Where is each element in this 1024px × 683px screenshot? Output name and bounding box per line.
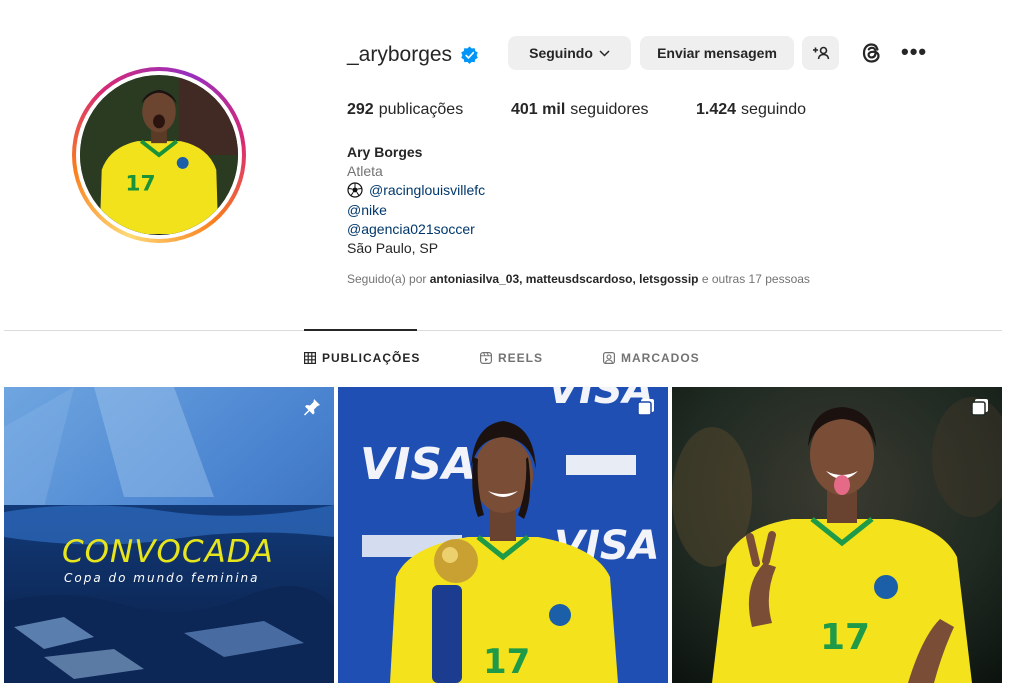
category-label: Atleta: [347, 163, 383, 180]
full-name: Ary Borges: [347, 144, 423, 160]
tab-posts[interactable]: PUBLICAÇÕES: [304, 351, 480, 365]
verified-badge-icon: [461, 45, 478, 64]
bio: Ary Borges Atleta @racinglouisvillefc @n…: [347, 143, 485, 258]
post-tile[interactable]: CONVOCADA Copa do mundo feminina: [4, 387, 334, 683]
tab-posts-label: PUBLICAÇÕES: [322, 351, 421, 365]
bio-line-1: @racinglouisvillefc: [347, 181, 485, 200]
story-ring[interactable]: 17: [72, 67, 246, 243]
chevron-down-icon: [599, 49, 610, 57]
tab-tagged[interactable]: MARCADOS: [603, 351, 700, 365]
followers-label: seguidores: [570, 101, 649, 118]
username-row: _aryborges: [347, 43, 479, 67]
svg-text:VISA: VISA: [360, 439, 476, 490]
carousel-icon: [971, 399, 988, 416]
bio-link-nike[interactable]: @nike: [347, 201, 485, 220]
location: São Paulo, SP: [347, 240, 439, 257]
carousel-icon: [637, 399, 654, 416]
active-tab-indicator: [304, 329, 417, 331]
followers-count: 401 mil: [511, 101, 566, 118]
tab-tagged-label: MARCADOS: [621, 351, 700, 365]
send-message-label: Enviar mensagem: [657, 45, 777, 61]
posts-count: 292: [347, 101, 374, 118]
avatar[interactable]: 17: [80, 75, 238, 235]
followed-by[interactable]: Seguido(a) por antoniasilva_03, matteusd…: [347, 272, 810, 286]
followed-by-users[interactable]: antoniasilva_03, matteusdscardoso, letsg…: [430, 272, 699, 286]
followed-by-suffix: e outras 17 pessoas: [701, 272, 810, 286]
post-tile[interactable]: 17: [672, 387, 1002, 683]
soccer-ball-icon: [347, 182, 363, 199]
tab-reels-label: REELS: [498, 351, 544, 365]
tabs-divider: [4, 330, 1002, 331]
post-tile[interactable]: VISA VISA VISA 17: [338, 387, 668, 683]
post-image: 17: [672, 387, 1002, 683]
svg-text:17: 17: [483, 642, 530, 682]
svg-text:17: 17: [125, 172, 155, 197]
followed-by-prefix: Seguido(a) por: [347, 272, 427, 286]
following-stat[interactable]: 1.424 seguindo: [696, 101, 806, 119]
profile-tabs: PUBLICAÇÕES REELS MARCADOS: [304, 351, 700, 365]
posts-stat[interactable]: 292 publicações: [347, 101, 511, 119]
suggested-users-button[interactable]: [802, 36, 839, 70]
username: _aryborges: [347, 43, 453, 66]
post-overlay-title: CONVOCADA: [62, 534, 274, 570]
threads-icon[interactable]: [859, 40, 885, 66]
following-count: 1.424: [696, 101, 737, 118]
following-button-label: Seguindo: [529, 45, 593, 61]
add-person-icon: [812, 46, 829, 60]
profile-stats: 292 publicações 401 mil seguidores 1.424…: [347, 101, 806, 119]
following-button[interactable]: Seguindo: [508, 36, 631, 70]
posts-label: publicações: [378, 101, 464, 118]
followers-stat[interactable]: 401 mil seguidores: [511, 101, 696, 119]
grid-icon: [304, 352, 316, 364]
reels-icon: [480, 352, 492, 364]
post-overlay-subtitle: Copa do mundo feminina: [64, 571, 260, 585]
bio-link-racinglouisvillefc[interactable]: @racinglouisvillefc: [369, 182, 485, 198]
following-label: seguindo: [741, 101, 806, 118]
post-image: VISA VISA VISA 17: [338, 387, 668, 683]
tab-reels[interactable]: REELS: [480, 351, 603, 365]
more-options-icon[interactable]: •••: [901, 41, 927, 63]
bio-link-agencia021soccer[interactable]: @agencia021soccer: [347, 220, 485, 239]
svg-text:17: 17: [820, 617, 870, 658]
send-message-button[interactable]: Enviar mensagem: [640, 36, 794, 70]
tagged-icon: [603, 352, 615, 364]
pin-icon: [304, 399, 320, 416]
